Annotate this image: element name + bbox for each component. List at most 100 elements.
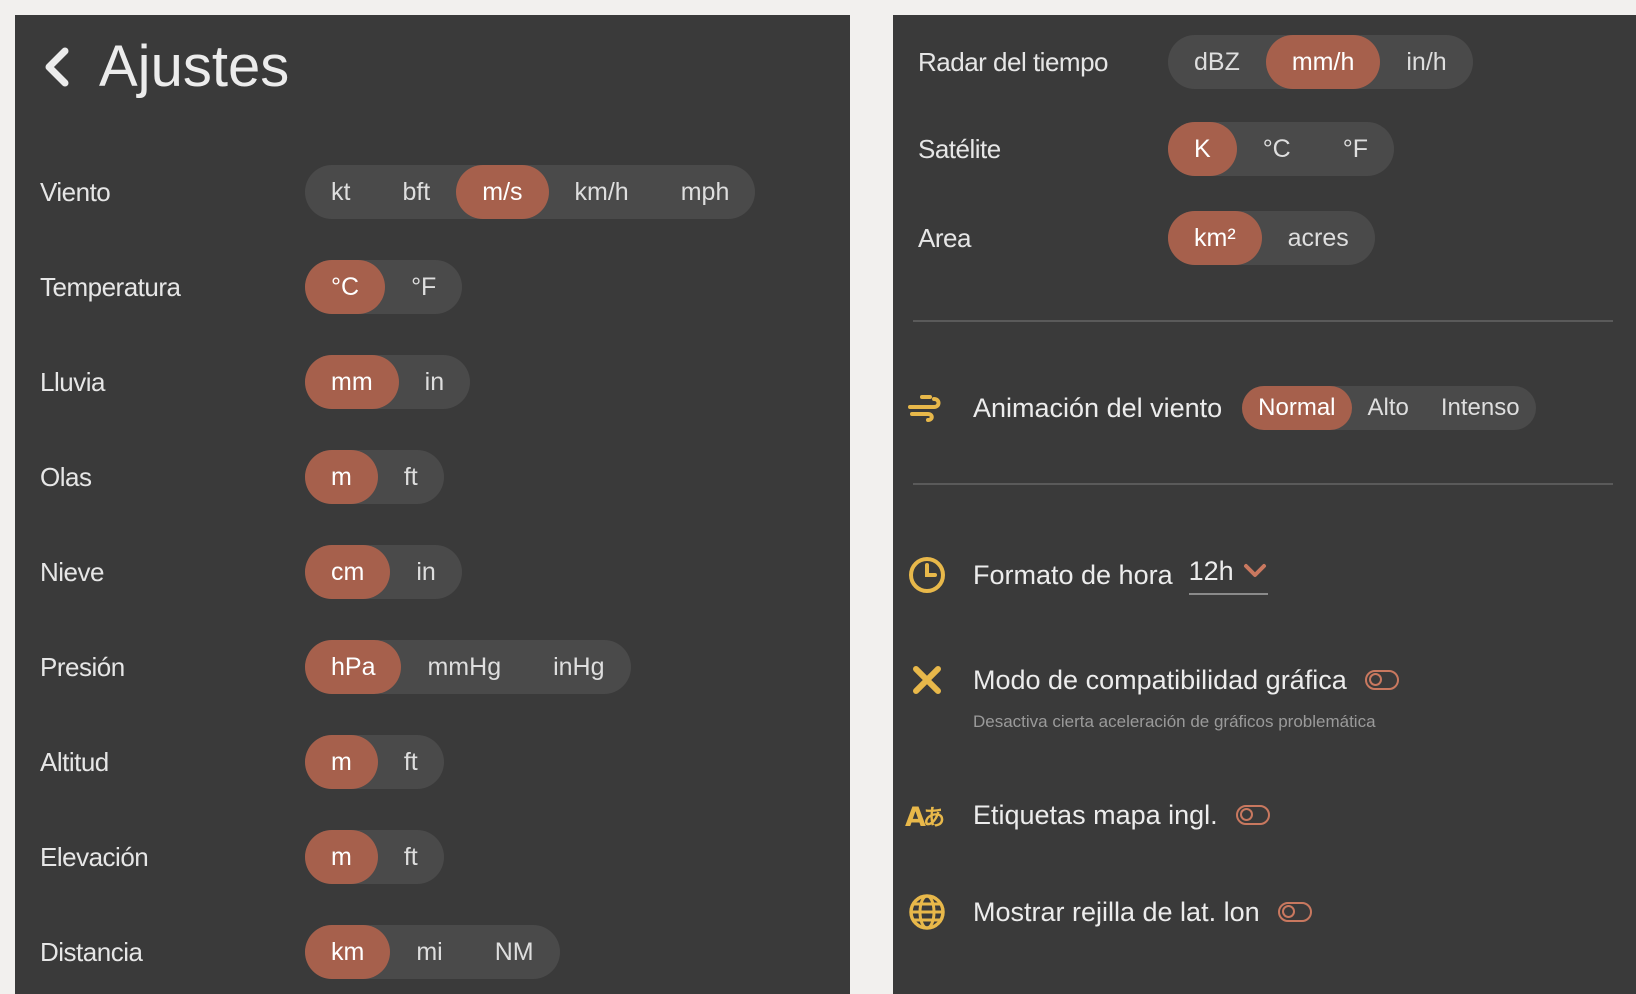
unit-label: Lluvia: [40, 366, 105, 397]
unit-row-nieve: Nieve cm in: [40, 545, 462, 599]
unit-selector: km mi NM: [305, 925, 560, 979]
unit-option[interactable]: km²: [1168, 211, 1262, 265]
unit-option[interactable]: mm/h: [1265, 35, 1381, 89]
wind-icon: [905, 386, 949, 430]
chevron-down-icon: [1243, 564, 1266, 577]
unit-option[interactable]: °C: [305, 260, 386, 314]
unit-label: Distancia: [40, 936, 143, 967]
wind-animation-row: Animación del viento Normal Alto Intenso: [905, 383, 1536, 433]
unit-row-lluvia: Lluvia mm in: [40, 355, 471, 409]
settings-panel-left: Ajustes Viento kt bft m/s km/h mph Temperatu…: [15, 15, 850, 994]
unit-option[interactable]: m/s: [456, 165, 549, 219]
unit-option[interactable]: Alto: [1352, 386, 1425, 430]
unit-option[interactable]: ft: [378, 735, 444, 789]
unit-option[interactable]: Normal: [1242, 386, 1352, 430]
unit-label: Presión: [40, 651, 125, 682]
unit-option[interactable]: hPa: [305, 640, 402, 694]
back-button[interactable]: [43, 37, 87, 97]
title-row: Ajustes: [43, 37, 289, 97]
settings-panel-right: Radar del tiempo dBZ mm/h in/h Satélite K °…: [893, 15, 1636, 994]
graphics-compat-row: Modo de compatibilidad gráfica: [905, 655, 1399, 705]
unit-row-radar: Radar del tiempo dBZ mm/h in/h: [918, 35, 1473, 89]
unit-option[interactable]: °C: [1237, 122, 1317, 176]
unit-option[interactable]: kt: [305, 165, 376, 219]
unit-label: Altitud: [40, 746, 109, 777]
unit-selector: dBZ mm/h in/h: [1168, 35, 1473, 89]
unit-selector: K °C °F: [1168, 122, 1395, 176]
globe-icon: [905, 890, 949, 934]
unit-option[interactable]: K: [1168, 122, 1237, 176]
english-labels-label: Etiquetas mapa ingl.: [973, 799, 1218, 830]
latlon-grid-label: Mostrar rejilla de lat. lon: [973, 896, 1260, 927]
divider: [913, 320, 1613, 322]
unit-option[interactable]: bft: [376, 165, 456, 219]
wind-animation-label: Animación del viento: [973, 392, 1223, 423]
unit-option[interactable]: mm: [305, 355, 399, 409]
unit-option[interactable]: km/h: [549, 165, 655, 219]
unit-label: Olas: [40, 461, 92, 492]
unit-label: Nieve: [40, 556, 104, 587]
unit-option[interactable]: in/h: [1380, 35, 1472, 89]
unit-option[interactable]: Intenso: [1425, 386, 1536, 430]
clock-icon: [905, 553, 949, 597]
unit-label: Viento: [40, 176, 111, 207]
latlon-grid-row: Mostrar rejilla de lat. lon: [905, 887, 1312, 937]
unit-selector: kt bft m/s km/h mph: [305, 165, 756, 219]
unit-option[interactable]: NM: [469, 925, 560, 979]
unit-row-area: Area km² acres: [918, 211, 1375, 265]
unit-selector: cm in: [305, 545, 462, 599]
unit-selector: hPa mmHg inHg: [305, 640, 631, 694]
unit-option[interactable]: acres: [1262, 211, 1375, 265]
page-title: Ajustes: [99, 34, 290, 99]
unit-option[interactable]: °F: [385, 260, 462, 314]
graphics-compat-description: Desactiva cierta aceleración de gráficos…: [973, 712, 1376, 731]
unit-option[interactable]: ft: [378, 830, 444, 884]
unit-selector: m ft: [305, 735, 444, 789]
unit-option[interactable]: °F: [1317, 122, 1394, 176]
unit-option[interactable]: in: [390, 545, 461, 599]
unit-option[interactable]: in: [399, 355, 470, 409]
unit-option[interactable]: mi: [390, 925, 468, 979]
unit-row-olas: Olas m ft: [40, 450, 444, 504]
time-format-value: 12h: [1188, 555, 1234, 586]
unit-row-distancia: Distancia km mi NM: [40, 925, 560, 979]
latlon-grid-toggle[interactable]: [1277, 902, 1312, 922]
unit-row-viento: Viento kt bft m/s km/h mph: [40, 165, 756, 219]
unit-option[interactable]: mph: [655, 165, 756, 219]
unit-row-elevacion: Elevación m ft: [40, 830, 444, 884]
unit-label: Area: [918, 222, 971, 253]
time-format-dropdown[interactable]: 12h: [1188, 555, 1268, 595]
unit-selector: km² acres: [1168, 211, 1375, 265]
unit-option[interactable]: m: [305, 830, 378, 884]
unit-row-altitud: Altitud m ft: [40, 735, 444, 789]
unit-selector: m ft: [305, 830, 444, 884]
time-format-label: Formato de hora: [973, 559, 1173, 590]
unit-row-presion: Presión hPa mmHg inHg: [40, 640, 631, 694]
unit-row-temperatura: Temperatura °C °F: [40, 260, 463, 314]
unit-option[interactable]: km: [305, 925, 391, 979]
unit-label: Elevación: [40, 841, 149, 872]
unit-selector: m ft: [305, 450, 444, 504]
unit-option[interactable]: ft: [378, 450, 444, 504]
chevron-left-icon: [45, 47, 69, 87]
english-labels-row: A あ Etiquetas mapa ingl.: [905, 790, 1270, 840]
divider: [913, 483, 1613, 485]
unit-option[interactable]: cm: [305, 545, 391, 599]
unit-option[interactable]: mmHg: [401, 640, 527, 694]
wind-animation-selector: Normal Alto Intenso: [1242, 386, 1536, 430]
unit-option[interactable]: m: [305, 450, 378, 504]
graphics-compat-toggle[interactable]: [1364, 670, 1399, 690]
time-format-row: Formato de hora 12h: [905, 550, 1268, 600]
unit-selector: mm in: [305, 355, 471, 409]
translate-icon: A あ: [905, 793, 949, 837]
english-labels-toggle[interactable]: [1235, 805, 1270, 825]
unit-selector: °C °F: [305, 260, 463, 314]
unit-label: Temperatura: [40, 271, 181, 302]
unit-label: Satélite: [918, 133, 1001, 164]
unit-option[interactable]: inHg: [527, 640, 630, 694]
unit-label: Radar del tiempo: [918, 46, 1109, 77]
unit-option[interactable]: m: [305, 735, 378, 789]
unit-row-satelite: Satélite K °C °F: [918, 122, 1395, 176]
svg-text:あ: あ: [923, 806, 945, 831]
unit-option[interactable]: dBZ: [1168, 35, 1266, 89]
